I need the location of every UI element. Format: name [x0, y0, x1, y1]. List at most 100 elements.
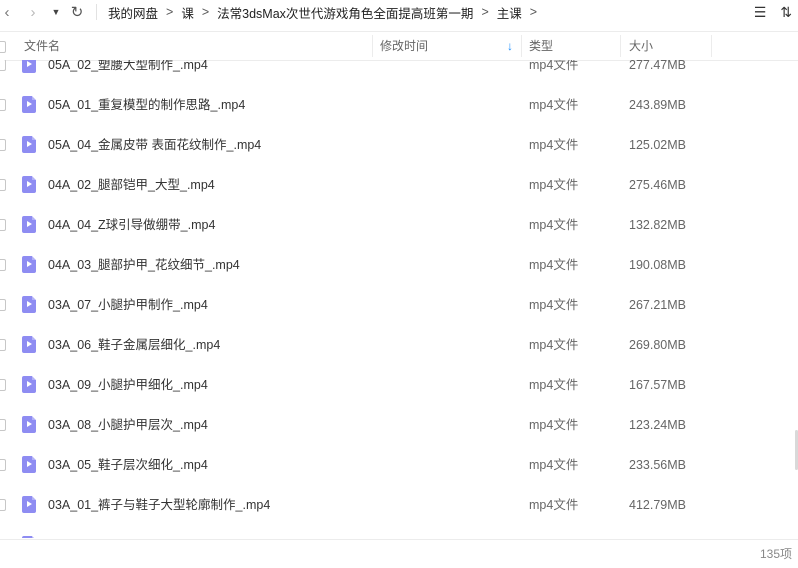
file-name[interactable]: 04A_02_腿部铠甲_大型_.mp4 — [48, 165, 215, 205]
column-header-modified-time[interactable]: 修改时间 — [380, 32, 520, 60]
file-name[interactable]: 05A_01_重复模型的制作思路_.mp4 — [48, 85, 245, 125]
file-type: mp4文件 — [529, 378, 579, 392]
chevron-left-icon: ‹ — [4, 3, 10, 21]
file-row[interactable]: 04A_04_Z球引导做绷带_.mp4 mp4文件 132.82MB — [0, 205, 798, 245]
file-name[interactable]: 03A_08_小腿护甲层次_.mp4 — [48, 405, 208, 445]
file-size: 412.79MB — [629, 498, 686, 512]
column-header-size[interactable]: 大小 — [629, 32, 709, 60]
file-size: 233.56MB — [629, 458, 686, 472]
file-row[interactable]: 04A_02_腿部铠甲_大型_.mp4 mp4文件 275.46MB — [0, 165, 798, 205]
breadcrumb-separator: > — [481, 5, 489, 19]
video-file-icon — [22, 496, 36, 513]
top-navigation-bar: ‹ › ▼ ↻ 我的网盘 > 课 > 法常3dsMax次世代游戏角色全面提高班第一期 > 主… — [0, 0, 798, 24]
breadcrumb-item[interactable]: 我的网盘 — [108, 3, 158, 22]
file-type: mp4文件 — [529, 60, 579, 72]
file-name[interactable]: 03A_07_小腿护甲制作_.mp4 — [48, 285, 208, 325]
file-name[interactable]: 04A_04_Z球引导做绷带_.mp4 — [48, 205, 215, 245]
chevron-right-icon: › — [30, 3, 36, 21]
breadcrumb-item[interactable]: 法常3dsMax次世代游戏角色全面提高班第一期 — [217, 3, 473, 22]
video-file-icon — [22, 376, 36, 393]
file-name[interactable]: 03A_09_小腿护甲细化_.mp4 — [48, 365, 208, 405]
forward-button[interactable]: › — [22, 2, 44, 22]
refresh-button[interactable]: ↻ — [66, 2, 88, 22]
file-list: 05A_02_塑腰大型制作_.mp4 mp4文件 277.47MB 05A_01_重复… — [0, 60, 798, 538]
file-type: mp4文件 — [529, 418, 579, 432]
file-name[interactable]: 03A_01_裤子与鞋子大型轮廓制作_.mp4 — [48, 485, 270, 525]
video-file-icon — [22, 136, 36, 153]
row-checkbox[interactable] — [0, 259, 6, 271]
file-type: mp4文件 — [529, 498, 579, 512]
file-name[interactable]: 04A_03_腿部护甲_花纹细节_.mp4 — [48, 245, 240, 285]
sort-descending-icon: ↓ — [507, 39, 513, 53]
file-name[interactable]: 05A_04_金属皮带 表面花纹制作_.mp4 — [48, 125, 261, 165]
file-type: mp4文件 — [529, 218, 579, 232]
breadcrumb-item[interactable]: 课 — [181, 3, 194, 22]
file-size: 190.08MB — [629, 258, 686, 272]
file-size: 125.02MB — [629, 138, 686, 152]
video-file-icon — [22, 536, 36, 538]
file-type: mp4文件 — [529, 138, 579, 152]
row-checkbox[interactable] — [0, 179, 6, 191]
row-checkbox[interactable] — [0, 99, 6, 111]
view-tools: ☰ ⇅ — [754, 2, 798, 22]
file-name[interactable]: 03A_06_鞋子金属层细化_.mp4 — [48, 325, 220, 365]
video-file-icon — [22, 456, 36, 473]
select-all-checkbox[interactable] — [0, 41, 6, 53]
status-bar: 135项 — [0, 539, 798, 568]
row-checkbox[interactable] — [0, 419, 6, 431]
file-row[interactable]: 03A_09_小腿护甲细化_.mp4 mp4文件 167.57MB — [0, 365, 798, 405]
row-checkbox[interactable] — [0, 219, 6, 231]
file-type: mp4文件 — [529, 258, 579, 272]
file-size: 243.89MB — [629, 98, 686, 112]
file-size: 277.47MB — [629, 60, 686, 72]
file-row[interactable]: 03A_03_裤子布料细化_.mp4 mp4文件 286.12MB — [0, 525, 798, 538]
file-row[interactable]: 03A_08_小腿护甲层次_.mp4 mp4文件 123.24MB — [0, 405, 798, 445]
row-checkbox[interactable] — [0, 499, 6, 511]
breadcrumb-separator: > — [201, 5, 210, 19]
file-size: 269.80MB — [629, 338, 686, 352]
row-checkbox[interactable] — [0, 379, 6, 391]
toolbar-divider — [96, 4, 97, 20]
file-row[interactable]: 03A_01_裤子与鞋子大型轮廓制作_.mp4 mp4文件 412.79MB — [0, 485, 798, 525]
file-name[interactable]: 03A_03_裤子布料细化_.mp4 — [48, 525, 208, 538]
file-type: mp4文件 — [529, 98, 579, 112]
file-row[interactable]: 03A_07_小腿护甲制作_.mp4 mp4文件 267.21MB — [0, 285, 798, 325]
back-button[interactable]: ‹ — [0, 2, 14, 22]
video-file-icon — [22, 96, 36, 113]
row-checkbox[interactable] — [0, 299, 6, 311]
caret-down-icon: ▼ — [51, 7, 61, 17]
refresh-icon: ↻ — [70, 4, 84, 21]
file-row[interactable]: 04A_03_腿部护甲_花纹细节_.mp4 mp4文件 190.08MB — [0, 245, 798, 285]
breadcrumb-separator: > — [166, 5, 174, 19]
row-checkbox[interactable] — [0, 139, 6, 151]
breadcrumb-separator: > — [529, 5, 538, 19]
file-name[interactable]: 05A_02_塑腰大型制作_.mp4 — [48, 60, 208, 85]
file-type: mp4文件 — [529, 298, 579, 312]
column-header-type[interactable]: 类型 — [529, 32, 619, 60]
file-type: mp4文件 — [529, 458, 579, 472]
row-checkbox[interactable] — [0, 60, 6, 71]
row-checkbox[interactable] — [0, 339, 6, 351]
list-view-icon[interactable]: ☰ — [754, 4, 767, 21]
column-divider[interactable] — [711, 35, 712, 57]
file-row[interactable]: 03A_05_鞋子层次细化_.mp4 mp4文件 233.56MB — [0, 445, 798, 485]
video-file-icon — [22, 416, 36, 433]
file-list-header: 文件名 修改时间 ↓ 类型 大小 — [0, 31, 798, 61]
breadcrumb: 我的网盘 > 课 > 法常3dsMax次世代游戏角色全面提高班第一期 > 主课 > — [108, 0, 545, 24]
file-name[interactable]: 03A_05_鞋子层次细化_.mp4 — [48, 445, 208, 485]
file-row[interactable]: 03A_06_鞋子金属层细化_.mp4 mp4文件 269.80MB — [0, 325, 798, 365]
column-divider[interactable] — [372, 35, 373, 57]
column-divider[interactable] — [521, 35, 522, 57]
file-row[interactable]: 05A_01_重复模型的制作思路_.mp4 mp4文件 243.89MB — [0, 85, 798, 125]
video-file-icon — [22, 176, 36, 193]
sort-icon[interactable]: ⇅ — [780, 4, 792, 21]
column-divider[interactable] — [620, 35, 621, 57]
row-checkbox[interactable] — [0, 459, 6, 471]
file-row[interactable]: 05A_02_塑腰大型制作_.mp4 mp4文件 277.47MB — [0, 60, 798, 85]
breadcrumb-item[interactable]: 主课 — [497, 3, 522, 22]
history-dropdown-button[interactable]: ▼ — [48, 2, 64, 22]
video-file-icon — [22, 216, 36, 233]
file-row[interactable]: 05A_04_金属皮带 表面花纹制作_.mp4 mp4文件 125.02MB — [0, 125, 798, 165]
file-size: 267.21MB — [629, 298, 686, 312]
column-header-name[interactable]: 文件名 — [24, 32, 372, 60]
